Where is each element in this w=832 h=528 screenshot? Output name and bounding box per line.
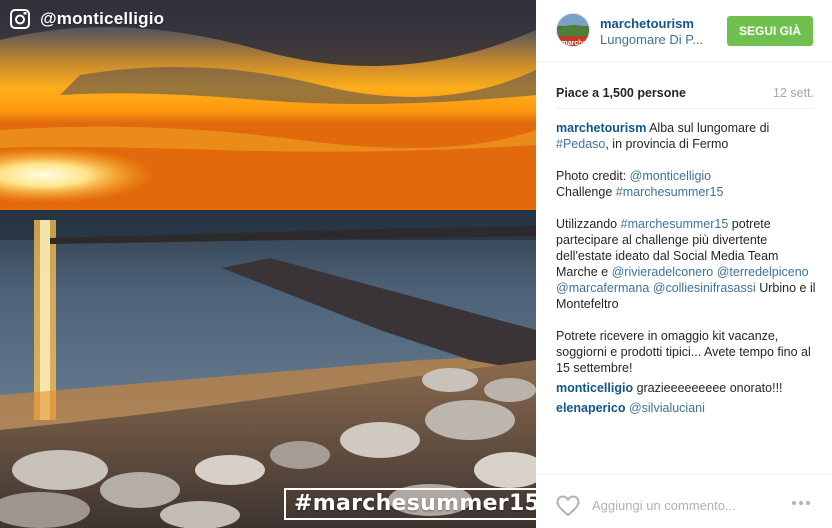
caption-text: Utilizzando [556, 217, 621, 231]
avatar-image: marche [557, 14, 589, 47]
follow-button[interactable]: SEGUI GIÀ [727, 16, 813, 46]
photo-hashtag-stamp: #marchesummer15 [284, 488, 536, 520]
comment-row: monticelligio grazieeeeeeeee onorato!!! [556, 380, 818, 396]
caption-text: Alba sul lungomare di [646, 121, 770, 135]
caption-paragraph-2: Photo credit: @monticelligio Challenge #m… [556, 168, 818, 200]
mention-marcafermana-link[interactable]: @marcafermana [556, 281, 649, 295]
dot [792, 501, 796, 505]
divider [556, 108, 814, 109]
comment-row: elenaperico @silvialuciani [556, 400, 818, 416]
caption-paragraph-1: marchetourism Alba sul lungomare di #Ped… [556, 120, 818, 152]
credit-handle-link[interactable]: @monticelligio [630, 169, 711, 183]
comment-author-link[interactable]: elenaperico [556, 401, 625, 415]
avatar-text: marche [562, 40, 587, 47]
post-side-panel: marche marchetourism Lungomare Di P... S… [536, 0, 832, 528]
hashtag-marchesummer15-link[interactable]: #marchesummer15 [621, 217, 729, 231]
header-username-link[interactable]: marchetourism [600, 16, 694, 31]
post-footer [536, 474, 832, 528]
sunset-photo-image [0, 0, 536, 528]
caption-paragraph-3: Utilizzando #marchesummer15 potrete part… [556, 216, 818, 312]
mention-terredelpiceno-link[interactable]: @terredelpiceno [717, 265, 809, 279]
comment-text: grazieeeeeeeee onorato!!! [633, 381, 783, 395]
more-options-icon[interactable] [792, 501, 814, 509]
dot [806, 501, 810, 505]
caption-author-link[interactable]: marchetourism [556, 121, 646, 135]
hashtag-pedaso-link[interactable]: #Pedaso [556, 137, 605, 151]
mention-silvialuciani-link[interactable]: @silvialuciani [629, 401, 705, 415]
heart-icon[interactable] [556, 495, 580, 517]
credit-label: Photo credit: [556, 169, 630, 183]
mention-colliesinifrasassi-link[interactable]: @colliesinifrasassi [653, 281, 756, 295]
mention-rivieradelconero-link[interactable]: @rivieradelconero [612, 265, 714, 279]
instagram-camera-icon [10, 9, 30, 29]
post-header: marche marchetourism Lungomare Di P... S… [536, 0, 832, 62]
likes-row: Piace a 1,500 persone 12 sett. [556, 86, 814, 100]
comment-input[interactable] [592, 495, 782, 515]
location-link[interactable]: Lungomare Di P... [600, 32, 703, 47]
likes-count[interactable]: Piace a 1,500 persone [556, 86, 686, 100]
dot [799, 501, 803, 505]
photo-author-overlay: @monticelligio [10, 9, 164, 29]
post-date[interactable]: 12 sett. [773, 86, 814, 100]
challenge-label: Challenge [556, 185, 616, 199]
hashtag-marchesummer15-link[interactable]: #marchesummer15 [616, 185, 724, 199]
avatar[interactable]: marche [556, 13, 590, 47]
post-photo[interactable]: @monticelligio #marchesummer15 [0, 0, 536, 528]
comment-author-link[interactable]: monticelligio [556, 381, 633, 395]
photo-author-handle: @monticelligio [40, 9, 165, 28]
caption-paragraph-4: Potrete ricevere in omaggio kit vacanze,… [556, 329, 811, 375]
caption-and-comments: marchetourism Alba sul lungomare di #Ped… [556, 120, 818, 420]
caption-text: , in provincia di Fermo [605, 137, 729, 151]
